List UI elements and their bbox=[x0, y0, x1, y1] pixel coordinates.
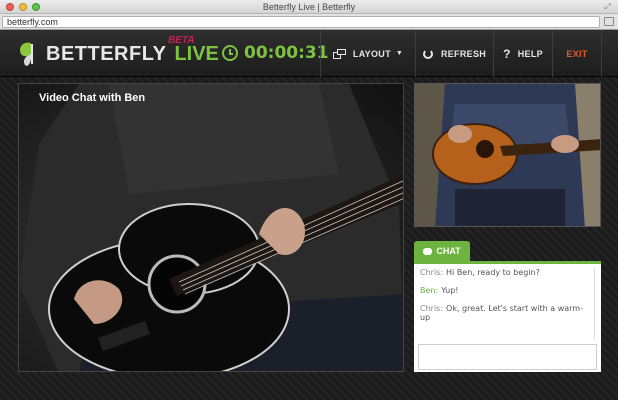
url-input[interactable]: betterfly.com bbox=[2, 16, 600, 28]
app-header: BETTERFLY LIVE BETA 00:00:31 LAYOUT ▼ RE… bbox=[0, 30, 618, 77]
chevron-down-icon: ▼ bbox=[395, 50, 404, 57]
chat-message: Chris: Hi Ben, ready to begin? bbox=[420, 268, 590, 277]
help-button[interactable]: ? HELP bbox=[493, 30, 552, 77]
window-controls bbox=[6, 3, 40, 11]
self-video-feed[interactable] bbox=[414, 83, 601, 227]
exit-label: EXIT bbox=[566, 48, 588, 59]
refresh-icon bbox=[422, 48, 433, 59]
butterfly-wing-icon bbox=[18, 40, 44, 68]
chat-message: Chris: Ok, great. Let's start with a warm… bbox=[420, 304, 590, 322]
message-text: Hi Ben, ready to begin? bbox=[446, 268, 540, 277]
refresh-label: REFRESH bbox=[440, 48, 487, 59]
chat-bubble-icon bbox=[423, 247, 433, 255]
instructor-video-image bbox=[415, 84, 600, 226]
chat-scrollbar[interactable] bbox=[594, 268, 599, 338]
chat-message: Ben: Yup! bbox=[420, 286, 590, 295]
question-mark-icon: ? bbox=[503, 46, 511, 61]
beta-badge: BETA bbox=[168, 35, 195, 46]
exit-button[interactable]: EXIT bbox=[552, 30, 602, 77]
address-bar: betterfly.com bbox=[0, 14, 618, 30]
video-title: Video Chat with Ben bbox=[39, 92, 146, 104]
message-text: Ok, great. Let's start with a warm-up bbox=[420, 304, 583, 322]
window-title: Betterfly Live | Betterfly bbox=[262, 2, 356, 12]
help-label: HELP bbox=[517, 48, 543, 59]
close-window-button[interactable] bbox=[6, 3, 14, 11]
chat-message-input[interactable] bbox=[418, 344, 597, 370]
chat-messages: Chris: Hi Ben, ready to begin? Ben: Yup! C… bbox=[420, 268, 590, 331]
message-text: Yup! bbox=[441, 286, 459, 295]
fullscreen-icon[interactable]: ⤢ bbox=[603, 2, 612, 11]
layout-label: LAYOUT bbox=[352, 48, 391, 59]
chat-tab-label: CHAT bbox=[436, 246, 461, 256]
layout-button[interactable]: LAYOUT ▼ bbox=[320, 30, 415, 77]
refresh-button[interactable]: REFRESH bbox=[415, 30, 493, 77]
minimize-window-button[interactable] bbox=[19, 3, 27, 11]
session-timer: 00:00:31 bbox=[222, 43, 329, 63]
chat-panel: CHAT Chris: Hi Ben, ready to begin? Ben: Y… bbox=[414, 241, 601, 372]
message-sender: Ben: bbox=[420, 286, 439, 295]
chat-body: Chris: Hi Ben, ready to begin? Ben: Yup! C… bbox=[414, 261, 601, 372]
message-sender: Chris: bbox=[420, 268, 444, 277]
timer-value: 00:00:31 bbox=[244, 43, 329, 63]
chat-tab[interactable]: CHAT bbox=[414, 241, 470, 261]
main-video-feed[interactable]: Video Chat with Ben bbox=[18, 83, 404, 372]
guitarist-video-image bbox=[19, 84, 403, 371]
clock-icon bbox=[222, 45, 238, 61]
betterfly-logo[interactable]: BETTERFLY LIVE BETA bbox=[18, 35, 219, 70]
zoom-window-button[interactable] bbox=[32, 3, 40, 11]
logo-wordmark: BETTERFLY bbox=[46, 42, 167, 65]
browser-titlebar: Betterfly Live | Betterfly ⤢ bbox=[0, 0, 618, 14]
reader-icon[interactable] bbox=[604, 17, 614, 26]
message-sender: Chris: bbox=[420, 304, 444, 313]
layout-icon bbox=[332, 48, 346, 59]
